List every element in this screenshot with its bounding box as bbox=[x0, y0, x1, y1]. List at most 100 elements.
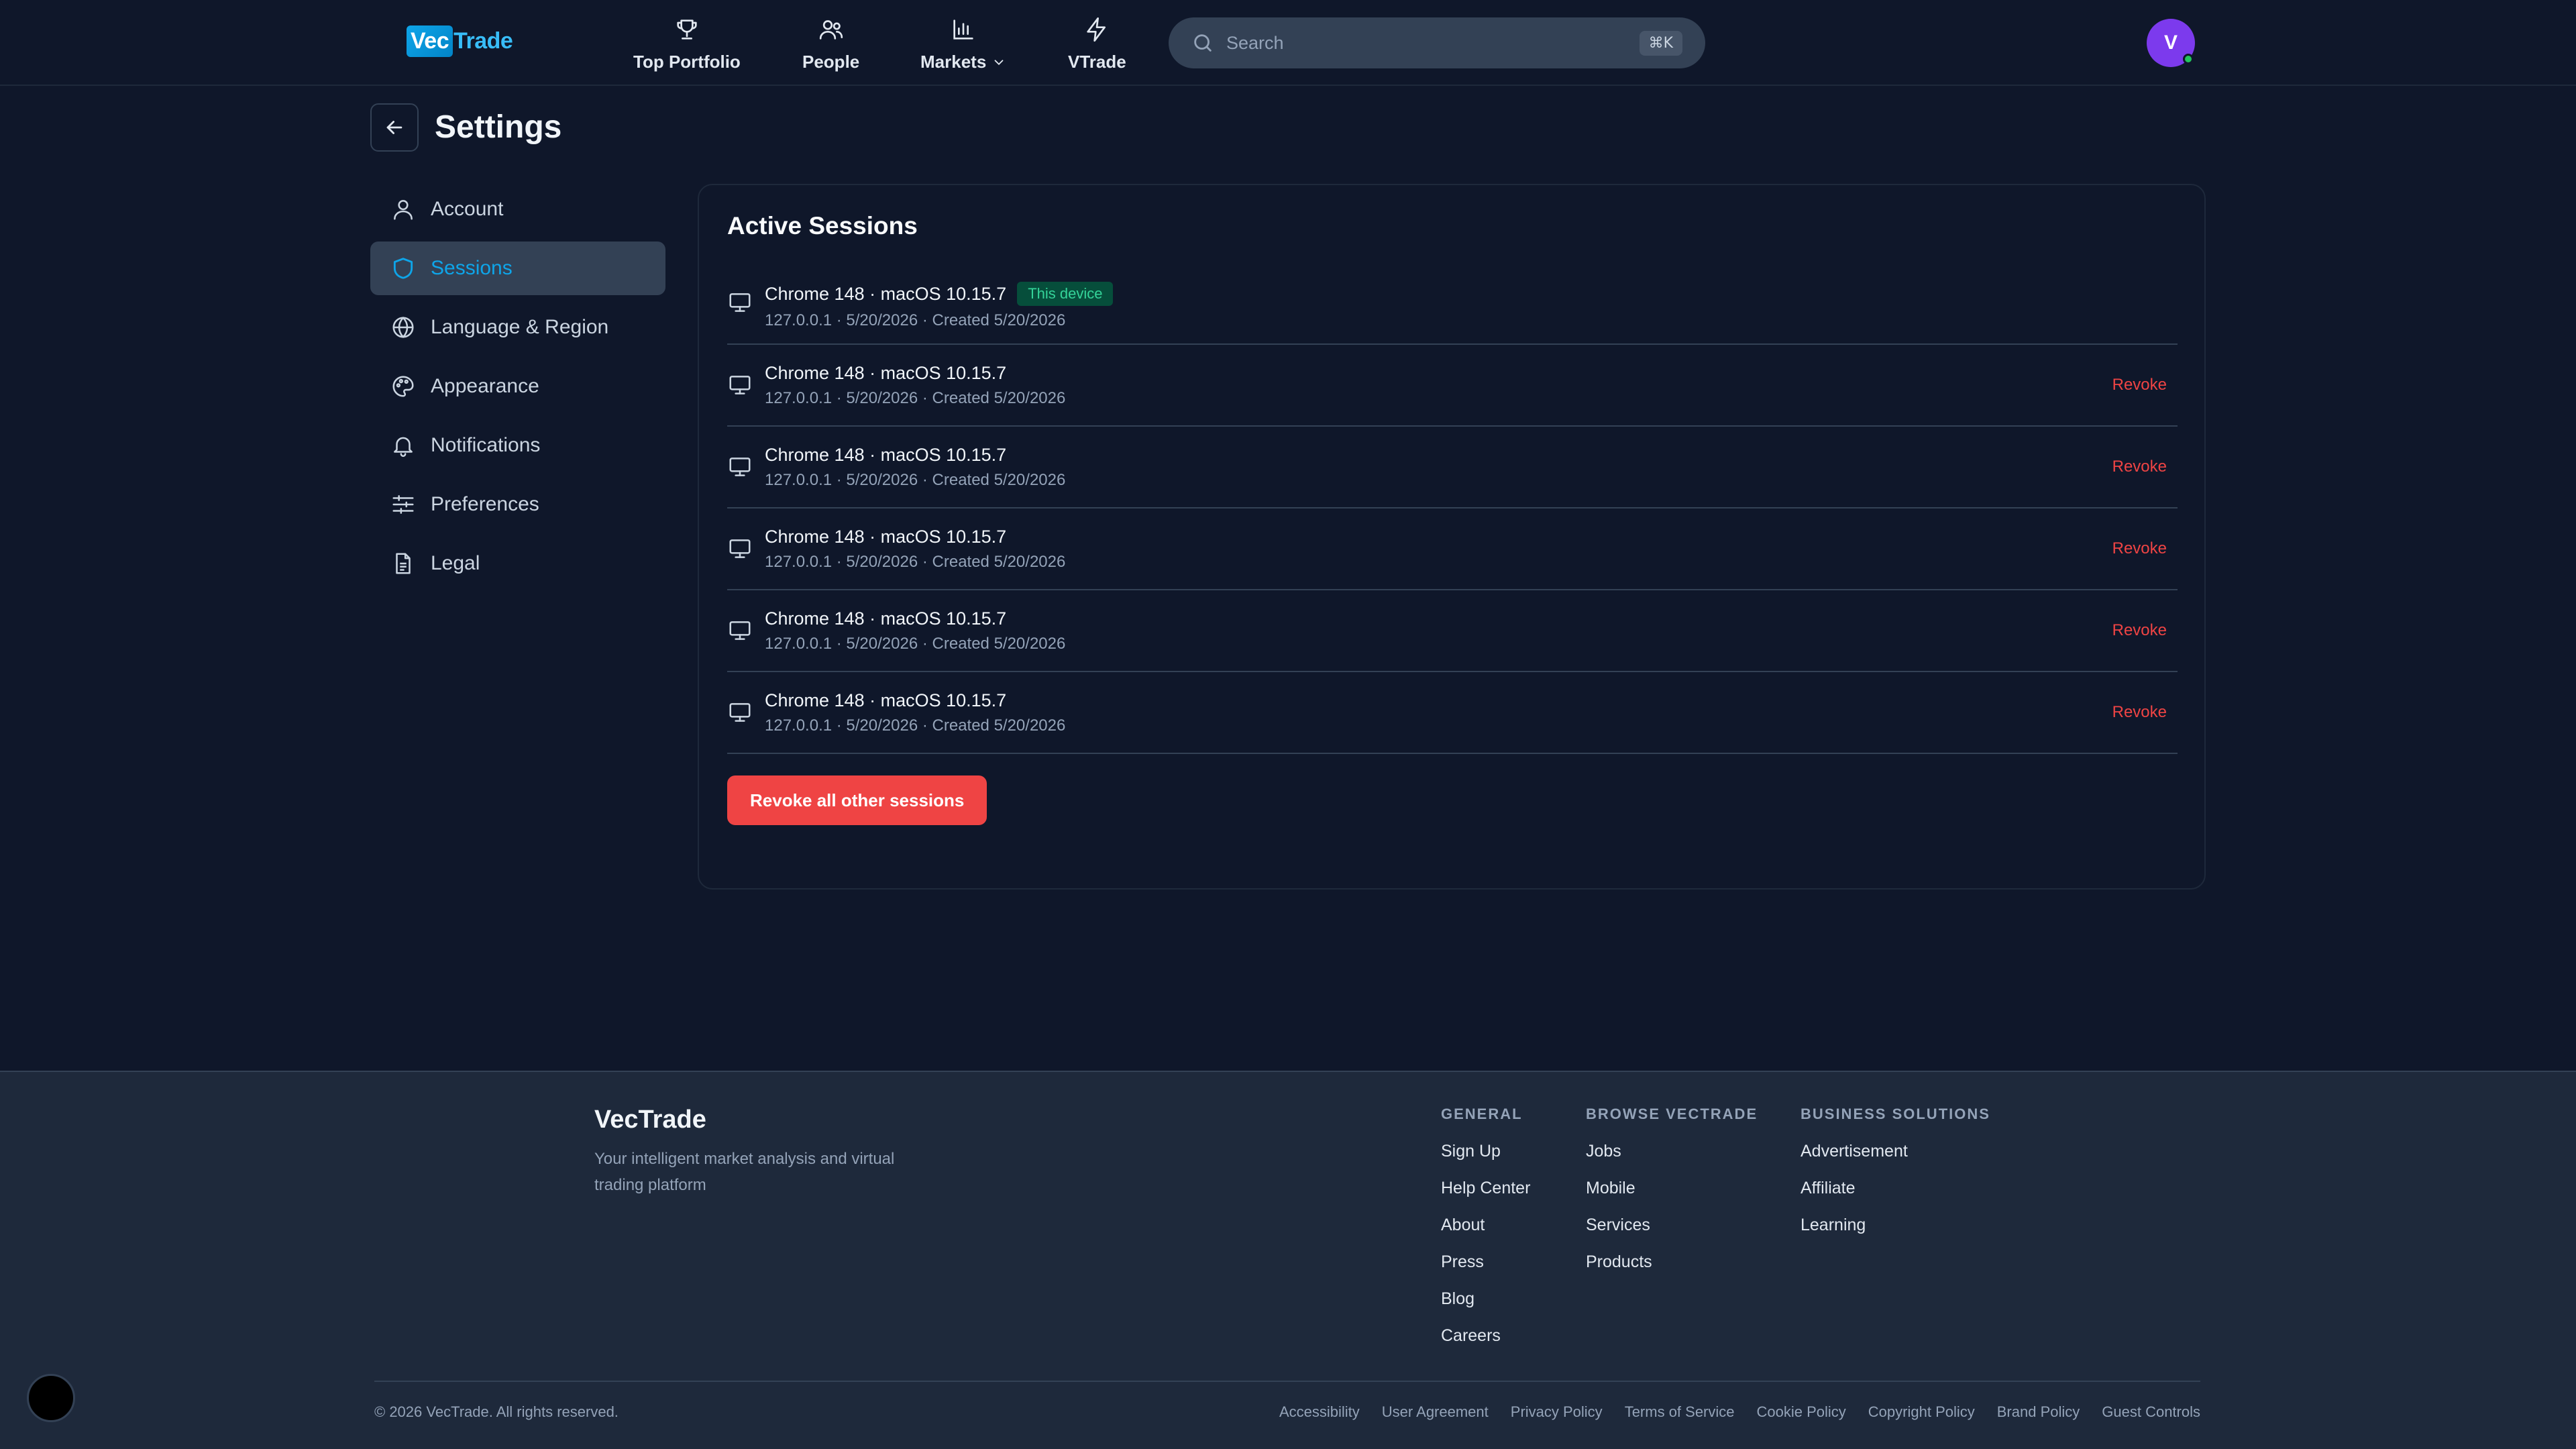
session-meta: 127.0.0.1 · 5/20/2026 · Created 5/20/202… bbox=[765, 388, 1066, 407]
session-meta: 127.0.0.1 · 5/20/2026 · Created 5/20/202… bbox=[765, 552, 1066, 571]
page-title: Settings bbox=[435, 109, 562, 145]
session-list: Chrome 148 · macOS 10.15.7 This device 1… bbox=[727, 271, 2178, 754]
users-icon bbox=[818, 16, 845, 43]
revoke-button[interactable]: Revoke bbox=[2112, 458, 2167, 476]
footer-link-products[interactable]: Products bbox=[1586, 1252, 1758, 1272]
sliders-icon bbox=[390, 492, 431, 517]
footer-link-guest-controls[interactable]: Guest Controls bbox=[2102, 1403, 2200, 1421]
document-icon bbox=[390, 551, 431, 576]
nav-people[interactable]: People bbox=[802, 16, 859, 72]
site-footer: VecTrade Your intelligent market analysi… bbox=[0, 1071, 2576, 1449]
nav-top-portfolio[interactable]: Top Portfolio bbox=[633, 16, 741, 72]
session-row-current: Chrome 148 · macOS 10.15.7 This device 1… bbox=[727, 271, 2178, 345]
footer-link-about[interactable]: About bbox=[1441, 1216, 1530, 1235]
footer-column-heading: GENERAL bbox=[1441, 1106, 1523, 1122]
sidebar-item-label: Language & Region bbox=[431, 316, 609, 338]
sidebar-item-label: Preferences bbox=[431, 493, 539, 515]
footer-column-business: BUSINESS SOLUTIONS Advertisement Affilia… bbox=[1801, 1106, 1990, 1252]
sidebar-item-label: Appearance bbox=[431, 375, 539, 397]
nav-label: VTrade bbox=[1068, 52, 1126, 72]
footer-link-user-agreement[interactable]: User Agreement bbox=[1382, 1403, 1489, 1421]
sidebar-item-label: Notifications bbox=[431, 434, 541, 456]
footer-divider bbox=[374, 1381, 2200, 1382]
session-meta: 127.0.0.1 · 5/20/2026 · Created 5/20/202… bbox=[765, 470, 1066, 489]
search-bar[interactable]: ⌘K bbox=[1169, 17, 1705, 68]
sidebar-item-label: Sessions bbox=[431, 257, 513, 279]
footer-link-advertisement[interactable]: Advertisement bbox=[1801, 1142, 1990, 1161]
online-status-dot bbox=[2183, 54, 2194, 64]
monitor-icon bbox=[727, 372, 765, 398]
sidebar-item-appearance[interactable]: Appearance bbox=[370, 360, 665, 413]
sidebar-item-notifications[interactable]: Notifications bbox=[370, 419, 665, 472]
footer-link-privacy-policy[interactable]: Privacy Policy bbox=[1511, 1403, 1603, 1421]
search-icon bbox=[1191, 32, 1214, 54]
this-device-badge: This device bbox=[1017, 282, 1114, 306]
session-device-name: Chrome 148 · macOS 10.15.7 bbox=[765, 526, 1007, 547]
footer-link-learning[interactable]: Learning bbox=[1801, 1216, 1990, 1235]
footer-link-careers[interactable]: Careers bbox=[1441, 1326, 1530, 1346]
back-button[interactable] bbox=[370, 103, 419, 152]
session-row: Chrome 148 · macOS 10.15.7 127.0.0.1 · 5… bbox=[727, 590, 2178, 672]
footer-link-sign-up[interactable]: Sign Up bbox=[1441, 1142, 1530, 1161]
top-navigation-bar: Vec Trade Top Portfolio People Markets VT… bbox=[0, 0, 2576, 86]
session-device-name: Chrome 148 · macOS 10.15.7 bbox=[765, 444, 1007, 465]
footer-link-services[interactable]: Services bbox=[1586, 1216, 1758, 1235]
session-row: Chrome 148 · macOS 10.15.7 127.0.0.1 · 5… bbox=[727, 672, 2178, 754]
nav-markets[interactable]: Markets bbox=[920, 16, 1006, 72]
footer-link-cookie-policy[interactable]: Cookie Policy bbox=[1757, 1403, 1846, 1421]
monitor-icon bbox=[727, 536, 765, 561]
footer-link-copyright-policy[interactable]: Copyright Policy bbox=[1868, 1403, 1975, 1421]
footer-link-terms-of-service[interactable]: Terms of Service bbox=[1625, 1403, 1735, 1421]
session-row: Chrome 148 · macOS 10.15.7 127.0.0.1 · 5… bbox=[727, 345, 2178, 427]
card-title: Active Sessions bbox=[727, 212, 918, 239]
footer-link-press[interactable]: Press bbox=[1441, 1252, 1530, 1272]
sidebar-item-sessions[interactable]: Sessions bbox=[370, 241, 665, 295]
monitor-icon bbox=[727, 700, 765, 725]
session-device-name: Chrome 148 · macOS 10.15.7 bbox=[765, 608, 1007, 629]
sidebar-item-preferences[interactable]: Preferences bbox=[370, 478, 665, 531]
settings-sidebar: Account Sessions Language & Region Appea… bbox=[370, 182, 665, 596]
session-device-name: Chrome 148 · macOS 10.15.7 bbox=[765, 283, 1007, 304]
session-meta: 127.0.0.1 · 5/20/2026 · Created 5/20/202… bbox=[765, 634, 1066, 653]
footer-link-mobile[interactable]: Mobile bbox=[1586, 1179, 1758, 1198]
footer-link-accessibility[interactable]: Accessibility bbox=[1279, 1403, 1360, 1421]
globe-icon bbox=[390, 315, 431, 340]
revoke-button[interactable]: Revoke bbox=[2112, 703, 2167, 722]
session-device-name: Chrome 148 · macOS 10.15.7 bbox=[765, 362, 1007, 383]
sidebar-item-legal[interactable]: Legal bbox=[370, 537, 665, 590]
footer-link-help-center[interactable]: Help Center bbox=[1441, 1179, 1530, 1198]
footer-link-jobs[interactable]: Jobs bbox=[1586, 1142, 1758, 1161]
footer-link-brand-policy[interactable]: Brand Policy bbox=[1997, 1403, 2080, 1421]
lightning-icon bbox=[1083, 16, 1110, 43]
footer-link-blog[interactable]: Blog bbox=[1441, 1289, 1530, 1309]
search-input[interactable] bbox=[1226, 32, 1640, 54]
footer-link-affiliate[interactable]: Affiliate bbox=[1801, 1179, 1990, 1198]
footer-column-browse: BROWSE VECTRADE Jobs Mobile Services Pro… bbox=[1586, 1106, 1758, 1289]
session-row: Chrome 148 · macOS 10.15.7 127.0.0.1 · 5… bbox=[727, 427, 2178, 508]
monitor-icon bbox=[727, 618, 765, 643]
bell-icon bbox=[390, 433, 431, 458]
session-row: Chrome 148 · macOS 10.15.7 127.0.0.1 · 5… bbox=[727, 508, 2178, 590]
sidebar-item-label: Account bbox=[431, 198, 504, 220]
sidebar-item-language-region[interactable]: Language & Region bbox=[370, 301, 665, 354]
revoke-button[interactable]: Revoke bbox=[2112, 539, 2167, 558]
avatar-initial: V bbox=[2163, 32, 2178, 54]
nav-vtrade[interactable]: VTrade bbox=[1068, 16, 1126, 72]
footer-column-general: GENERAL Sign Up Help Center About Press … bbox=[1441, 1106, 1530, 1363]
revoke-button[interactable]: Revoke bbox=[2112, 621, 2167, 640]
session-meta: 127.0.0.1 · 5/20/2026 · Created 5/20/202… bbox=[765, 311, 1066, 329]
footer-column-heading: BUSINESS SOLUTIONS bbox=[1801, 1106, 1990, 1122]
footer-column-heading: BROWSE VECTRADE bbox=[1586, 1106, 1758, 1122]
logo-vec: Vec bbox=[407, 25, 453, 57]
floating-action-button[interactable] bbox=[27, 1374, 75, 1422]
revoke-all-sessions-button[interactable]: Revoke all other sessions bbox=[727, 775, 987, 825]
shield-icon bbox=[390, 256, 431, 281]
revoke-button[interactable]: Revoke bbox=[2112, 376, 2167, 394]
avatar[interactable]: V bbox=[2147, 19, 2195, 67]
footer-tagline: Your intelligent market analysis and vir… bbox=[594, 1150, 895, 1194]
vectrade-logo[interactable]: Vec Trade bbox=[407, 24, 513, 58]
nav-label: Top Portfolio bbox=[633, 52, 741, 72]
sidebar-item-account[interactable]: Account bbox=[370, 182, 665, 236]
chevron-down-icon bbox=[991, 55, 1006, 70]
user-icon bbox=[390, 197, 431, 222]
